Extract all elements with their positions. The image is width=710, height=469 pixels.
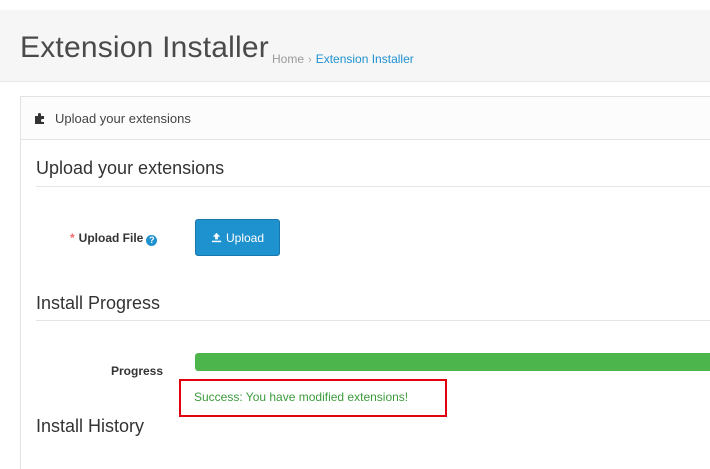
success-message: Success: You have modified extensions! <box>194 390 409 404</box>
question-circle-icon[interactable]: ? <box>146 235 158 246</box>
upload-button-label: Upload <box>225 230 265 245</box>
required-mark: * <box>70 231 75 245</box>
progress-label: Progress <box>111 364 164 378</box>
panel-heading-text: Upload your extensions <box>55 110 191 126</box>
install-history-title: Install History <box>36 416 145 436</box>
progress-bar-fill <box>195 353 710 371</box>
breadcrumb-home-link[interactable]: Home <box>272 52 304 66</box>
panel-heading: Upload your extensions <box>21 97 710 140</box>
breadcrumb-separator: › <box>308 54 312 66</box>
upload-section-title: Upload your extensions <box>36 158 225 178</box>
upload-icon <box>211 232 222 243</box>
page-title: Extension Installer <box>20 31 269 64</box>
page-header: Extension Installer Home › Extension Insta… <box>0 10 710 82</box>
install-progress-title: Install Progress <box>36 293 161 313</box>
upload-button[interactable]: Upload <box>195 219 280 256</box>
upload-file-label: * Upload File? <box>70 231 158 246</box>
install-progress-divider <box>36 320 710 321</box>
progress-bar <box>195 353 710 371</box>
upload-file-label-text: Upload File <box>78 231 144 245</box>
breadcrumb: Home › Extension Installer <box>272 52 414 66</box>
breadcrumb-extension-installer-link[interactable]: Extension Installer <box>316 52 414 66</box>
upload-section-divider <box>36 186 710 187</box>
puzzle-icon <box>33 111 47 125</box>
